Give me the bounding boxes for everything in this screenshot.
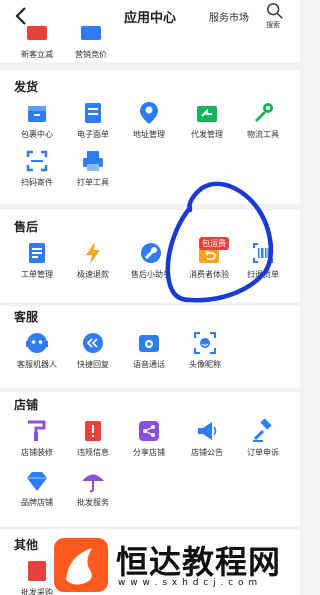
app-scan-ship[interactable]: 扫码寄件	[8, 148, 66, 188]
app-dropship-management[interactable]: 代发管理	[178, 100, 236, 140]
megaphone-icon	[198, 422, 217, 440]
coupon-icon	[27, 26, 47, 40]
watermark-logo	[54, 538, 108, 592]
app-print-tool[interactable]: 打单工具	[64, 148, 122, 188]
umbrella-icon	[82, 474, 104, 493]
search-label: 搜索	[266, 21, 280, 29]
location-icon	[140, 102, 158, 124]
share-icon	[139, 421, 159, 441]
app-label: 工单管理	[21, 270, 53, 279]
app-label: 售后小助手	[131, 270, 171, 279]
wrench-icon	[141, 243, 161, 263]
watermark-url: w w w . s x h d c j . c o m	[118, 578, 259, 588]
app-new-customer-discount[interactable]: 新客立减	[8, 20, 66, 60]
section-title: 发货	[14, 80, 39, 94]
diamond-icon	[27, 472, 47, 491]
app-avatar-nickname[interactable]: 头像昵称	[176, 330, 234, 370]
app-label: 店铺装修	[21, 448, 53, 457]
shipping-section: 发货 包裹中心 电子面单 地址管理 代发管理 物流工具 扫码寄件 打单工具	[0, 70, 300, 204]
gavel-icon	[253, 418, 272, 442]
app-scan-return-slip[interactable]: 扫退货单	[234, 240, 292, 280]
app-label: 订单申诉	[247, 448, 279, 457]
top-section: 新客立减 营销竞价	[0, 26, 300, 62]
app-marketing-bid[interactable]: 营销竞价	[62, 20, 120, 60]
free-shipping-badge: 包运费	[199, 237, 229, 250]
section-title: 店铺	[14, 398, 39, 412]
search-icon[interactable]	[266, 2, 284, 20]
app-label: 扫码寄件	[21, 178, 53, 187]
watermark-text: 恒达教程网	[116, 543, 282, 581]
section-title: 客服	[14, 310, 39, 324]
app-label: 包裹中心	[21, 130, 53, 139]
app-label: 分享店铺	[133, 448, 165, 457]
section-title: 售后	[14, 220, 39, 234]
app-ticket-management[interactable]: 工单管理	[8, 240, 66, 280]
purchase-icon	[28, 561, 46, 581]
app-label: 客服机器人	[17, 360, 57, 369]
warning-icon	[85, 421, 101, 441]
app-express-refund[interactable]: 极速退款	[64, 240, 122, 280]
app-wholesale-service[interactable]: 批发服务	[64, 468, 122, 508]
app-label: 扫退货单	[247, 270, 279, 279]
service-market-link[interactable]: 服务市场	[209, 9, 249, 24]
lightning-icon	[86, 242, 100, 264]
scan-icon	[26, 150, 48, 172]
phone-icon	[139, 335, 159, 352]
app-quick-reply[interactable]: 快捷回复	[64, 330, 122, 370]
package-icon	[28, 106, 46, 122]
app-voice-call[interactable]: 语音通话	[120, 330, 178, 370]
avatar-icon	[194, 332, 216, 354]
logistics-tool-icon	[255, 103, 273, 122]
app-label: 违规信息	[77, 448, 109, 457]
robot-icon	[26, 333, 48, 353]
aftersale-section: 售后 工单管理 极速退款 售后小助手 消费者体验 扫退货单	[0, 210, 300, 302]
app-package-center[interactable]: 包裹中心	[8, 100, 66, 140]
section-title: 其他	[14, 538, 39, 552]
app-store-announcement[interactable]: 店铺公告	[178, 418, 236, 458]
forward-icon	[197, 106, 217, 122]
app-violation-info[interactable]: 违规信息	[64, 418, 122, 458]
app-label: 极速退款	[77, 270, 109, 279]
app-label: 打单工具	[77, 178, 109, 187]
app-label: 地址管理	[133, 130, 165, 139]
app-label: 代发管理	[191, 130, 223, 139]
app-service-robot[interactable]: 客服机器人	[8, 330, 66, 370]
quick-reply-icon	[83, 333, 103, 353]
ticket-icon	[29, 243, 45, 263]
app-store-decoration[interactable]: 店铺装修	[8, 418, 66, 458]
app-label: 快捷回复	[77, 360, 109, 369]
app-label: 店铺公告	[191, 448, 223, 457]
app-share-store[interactable]: 分享店铺	[120, 418, 178, 458]
app-label: 物流工具	[247, 130, 279, 139]
app-e-waybill[interactable]: 电子面单	[64, 100, 122, 140]
app-aftersale-helper[interactable]: 售后小助手	[122, 240, 180, 280]
app-label: 语音通话	[133, 360, 165, 369]
app-brand-store[interactable]: 品牌店铺	[8, 468, 66, 508]
decorate-icon	[28, 420, 46, 441]
app-label: 品牌店铺	[21, 498, 53, 507]
bid-icon	[81, 26, 101, 40]
printer-icon	[83, 151, 103, 171]
app-label: 消费者体验	[189, 270, 229, 279]
app-label: 批发服务	[77, 498, 109, 507]
app-address-management[interactable]: 地址管理	[120, 100, 178, 140]
customer-service-section: 客服 客服机器人 快捷回复 语音通话 头像昵称	[0, 306, 300, 388]
waybill-icon	[85, 103, 101, 123]
app-order-appeal[interactable]: 订单申诉	[234, 418, 292, 458]
app-label: 营销竞价	[75, 50, 107, 59]
app-logistics-tool[interactable]: 物流工具	[234, 100, 292, 140]
app-label: 头像昵称	[189, 360, 221, 369]
barcode-icon	[253, 243, 273, 263]
app-label: 电子面单	[77, 130, 109, 139]
app-label: 新客立减	[21, 50, 53, 59]
store-section: 店铺 店铺装修 违规信息 分享店铺 店铺公告 订单申诉 品牌店铺 批发服务	[0, 392, 300, 526]
